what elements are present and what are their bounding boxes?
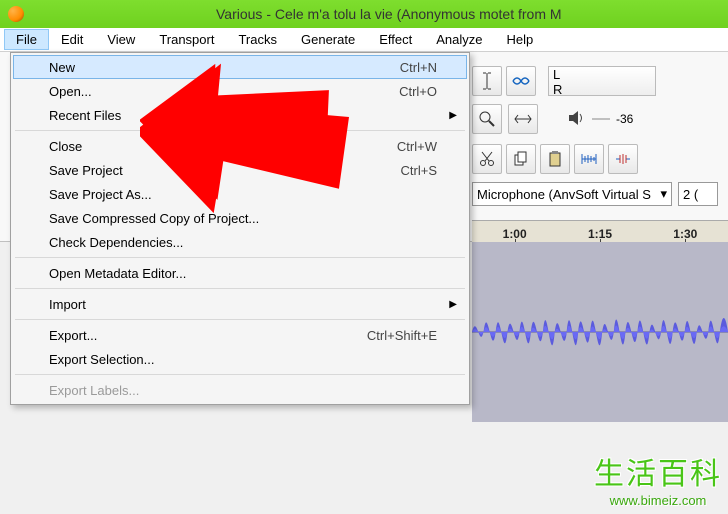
- speaker-icon: [568, 110, 586, 129]
- file-menu-item-export-labels: Export Labels...: [13, 378, 467, 402]
- menu-item-label: Export Selection...: [49, 352, 155, 367]
- waveform: [472, 242, 728, 422]
- app-icon: [8, 6, 24, 22]
- channels-select[interactable]: 2 (: [678, 182, 718, 206]
- timeline-tick: 1:30: [643, 227, 728, 241]
- submenu-arrow-icon: ▶: [449, 110, 457, 121]
- cut-button[interactable]: [472, 144, 502, 174]
- file-menu-item-close[interactable]: Close Ctrl+W: [13, 134, 467, 158]
- copy-button[interactable]: [506, 144, 536, 174]
- menu-item-label: Export...: [49, 328, 97, 343]
- file-menu-item-export-selection[interactable]: Export Selection...: [13, 347, 467, 371]
- menu-item-label: Check Dependencies...: [49, 235, 183, 250]
- file-menu-item-new[interactable]: New Ctrl+N: [13, 55, 467, 79]
- paste-button[interactable]: [540, 144, 570, 174]
- volume-readout: -36: [616, 112, 633, 126]
- menu-item-shortcut: Ctrl+S: [401, 163, 437, 178]
- menu-item-label: Open Metadata Editor...: [49, 266, 186, 281]
- file-menu-item-open[interactable]: Open... Ctrl+O: [13, 79, 467, 103]
- menu-item-label: Export Labels...: [49, 383, 139, 398]
- file-menu-item-open-metadata-editor[interactable]: Open Metadata Editor...: [13, 261, 467, 285]
- trim-button[interactable]: [574, 144, 604, 174]
- timeline-tick: 1:00: [472, 227, 557, 241]
- file-menu-item-save-project-as[interactable]: Save Project As...: [13, 182, 467, 206]
- menu-edit[interactable]: Edit: [49, 29, 95, 50]
- menu-item-label: Close: [49, 139, 82, 154]
- menu-tracks[interactable]: Tracks: [226, 29, 289, 50]
- title-bar: Various - Cele m'a tolu la vie (Anonymou…: [0, 0, 728, 28]
- submenu-arrow-icon: ▶: [449, 299, 457, 310]
- file-menu-item-save-project[interactable]: Save Project Ctrl+S: [13, 158, 467, 182]
- menu-transport[interactable]: Transport: [147, 29, 226, 50]
- menu-item-shortcut: Ctrl+W: [397, 139, 437, 154]
- menu-item-label: Open...: [49, 84, 92, 99]
- menu-item-label: Save Project As...: [49, 187, 152, 202]
- file-menu-item-export[interactable]: Export... Ctrl+Shift+E: [13, 323, 467, 347]
- menu-item-shortcut: Ctrl+N: [400, 60, 437, 75]
- menu-analyze[interactable]: Analyze: [424, 29, 494, 50]
- file-menu-item-save-compressed-copy-of-project[interactable]: Save Compressed Copy of Project...: [13, 206, 467, 230]
- menu-item-label: Save Compressed Copy of Project...: [49, 211, 259, 226]
- menu-bar: File Edit View Transport Tracks Generate…: [0, 28, 728, 52]
- meter-l-label: L: [553, 67, 560, 82]
- envelope-tool-button[interactable]: [506, 66, 536, 96]
- file-menu-item-import[interactable]: Import ▶: [13, 292, 467, 316]
- menu-item-shortcut: Ctrl+Shift+E: [367, 328, 437, 343]
- watermark-url: www.bimeiz.com: [594, 493, 722, 508]
- audio-track[interactable]: [472, 242, 728, 422]
- menu-item-label: Save Project: [49, 163, 123, 178]
- menu-view[interactable]: View: [95, 29, 147, 50]
- zoom-tool-button[interactable]: [472, 104, 502, 134]
- meter-r-label: R: [553, 82, 562, 97]
- timeline-tick: 1:15: [557, 227, 642, 241]
- watermark: 生活百科 www.bimeiz.com: [594, 449, 722, 508]
- menu-item-label: Recent Files: [49, 108, 121, 123]
- window-title: Various - Cele m'a tolu la vie (Anonymou…: [216, 6, 562, 22]
- menu-item-shortcut: Ctrl+O: [399, 84, 437, 99]
- ibeam-tool-button[interactable]: [472, 66, 502, 96]
- menu-effect[interactable]: Effect: [367, 29, 424, 50]
- file-menu-dropdown: New Ctrl+N Open... Ctrl+O Recent Files ▶ Close…: [10, 52, 470, 405]
- timeshift-tool-button[interactable]: [508, 104, 538, 134]
- file-menu-item-recent-files[interactable]: Recent Files ▶: [13, 103, 467, 127]
- menu-file[interactable]: File: [4, 29, 49, 50]
- menu-item-label: New: [49, 60, 75, 75]
- menu-help[interactable]: Help: [494, 29, 545, 50]
- watermark-text: 生活百科: [594, 449, 722, 493]
- menu-item-label: Import: [49, 297, 86, 312]
- slider-track-icon: [592, 114, 610, 124]
- silence-button[interactable]: [608, 144, 638, 174]
- input-device-select[interactable]: Microphone (AnvSoft Virtual S▾: [472, 182, 672, 206]
- file-menu-item-check-dependencies[interactable]: Check Dependencies...: [13, 230, 467, 254]
- level-meter: LR: [548, 66, 656, 96]
- menu-generate[interactable]: Generate: [289, 29, 367, 50]
